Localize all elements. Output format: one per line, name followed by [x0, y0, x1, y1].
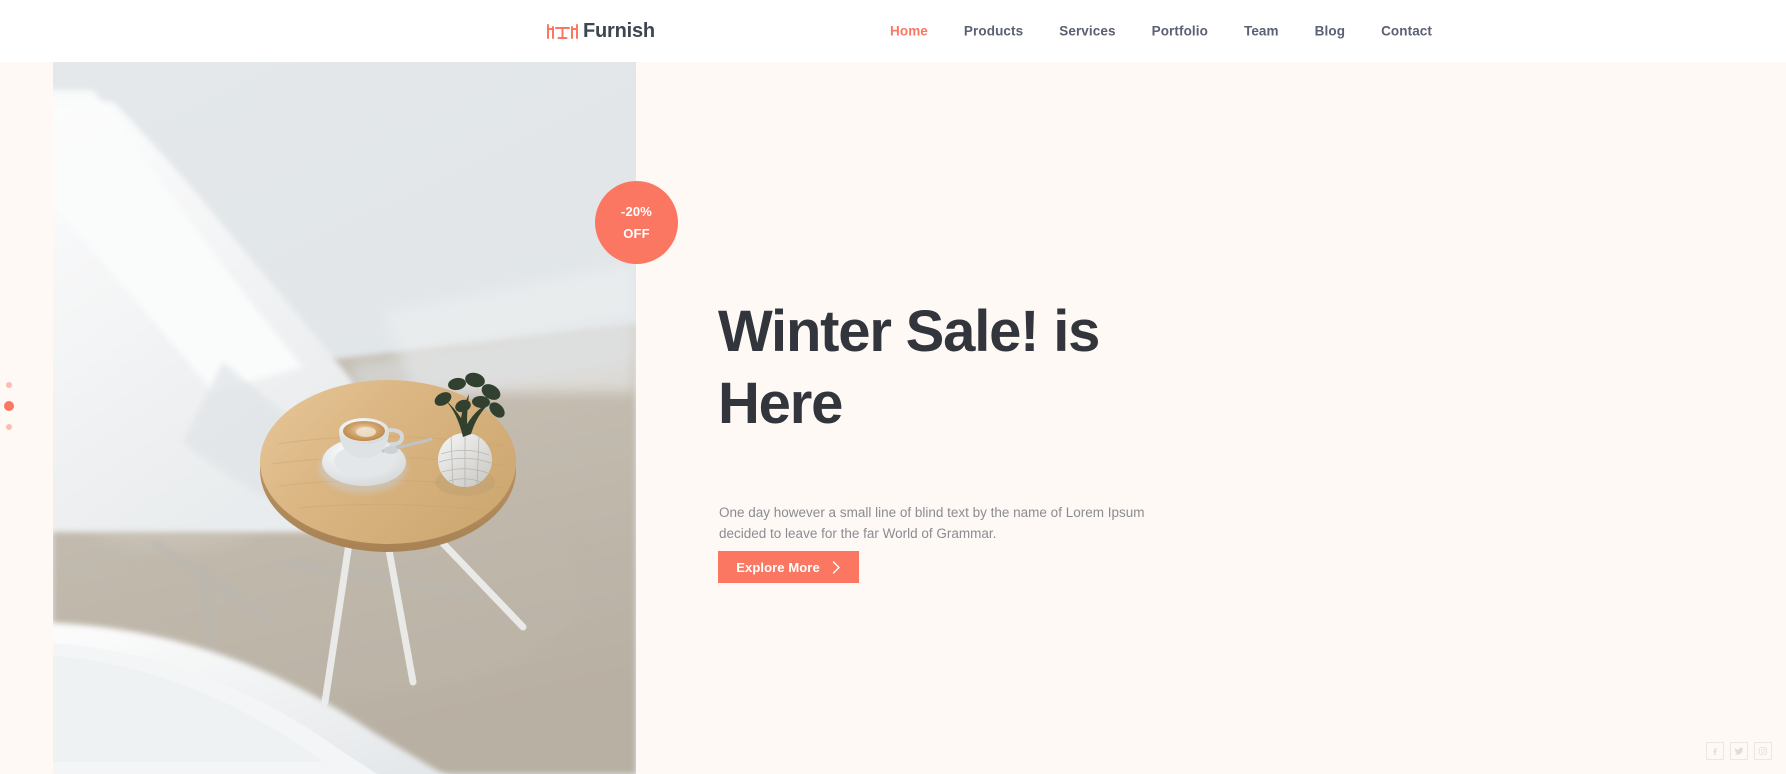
nav-item-team[interactable]: Team: [1226, 24, 1297, 39]
discount-badge: -20% OFF: [595, 181, 678, 264]
slider-dot-3[interactable]: [6, 424, 12, 430]
main-nav: Home Products Services Portfolio Team Bl…: [872, 24, 1450, 39]
hero-content: Winter Sale! is Here One day however a s…: [718, 62, 1278, 774]
nav-item-home[interactable]: Home: [872, 24, 946, 39]
page-title: Winter Sale! is Here: [718, 296, 1238, 440]
explore-more-label: Explore More: [736, 559, 820, 575]
landing-page: Furnish Home Products Services Portfolio…: [0, 0, 1786, 774]
cafe-table-photo: [53, 62, 636, 774]
brand-name: Furnish: [583, 20, 655, 42]
site-header: Furnish Home Products Services Portfolio…: [0, 0, 1786, 62]
badge-off-label: OFF: [623, 225, 650, 241]
nav-item-blog[interactable]: Blog: [1297, 24, 1363, 39]
headline-middle: Sale! is: [890, 299, 1101, 364]
badge-percent: -20%: [620, 203, 653, 219]
hero-image: [53, 62, 636, 774]
brand-logo[interactable]: Furnish: [545, 20, 655, 42]
facebook-icon: [1713, 748, 1717, 756]
twitter-icon: [1734, 747, 1744, 755]
slider-dot-1[interactable]: [6, 382, 12, 388]
hero-section: -20% OFF Winter Sale! is Here One day ho…: [0, 62, 1786, 774]
headline-highlight-winter: Winter: [718, 296, 892, 368]
instagram-icon: [1759, 747, 1767, 755]
facebook-link[interactable]: [1706, 742, 1724, 760]
instagram-link[interactable]: [1754, 742, 1772, 760]
nav-item-contact[interactable]: Contact: [1363, 24, 1450, 39]
slider-dots: [4, 382, 14, 430]
table-chairs-icon: [547, 24, 578, 39]
nav-item-services[interactable]: Services: [1041, 24, 1133, 39]
slider-dot-2[interactable]: [4, 401, 14, 411]
chevron-right-icon: [832, 560, 840, 574]
explore-more-button[interactable]: Explore More: [718, 551, 859, 583]
headline-highlight-here: Here: [718, 368, 843, 440]
nav-item-products[interactable]: Products: [946, 24, 1041, 39]
hero-paragraph: One day however a small line of blind te…: [719, 505, 1145, 541]
nav-item-portfolio[interactable]: Portfolio: [1134, 24, 1226, 39]
social-links: [1706, 742, 1772, 760]
twitter-link[interactable]: [1730, 742, 1748, 760]
